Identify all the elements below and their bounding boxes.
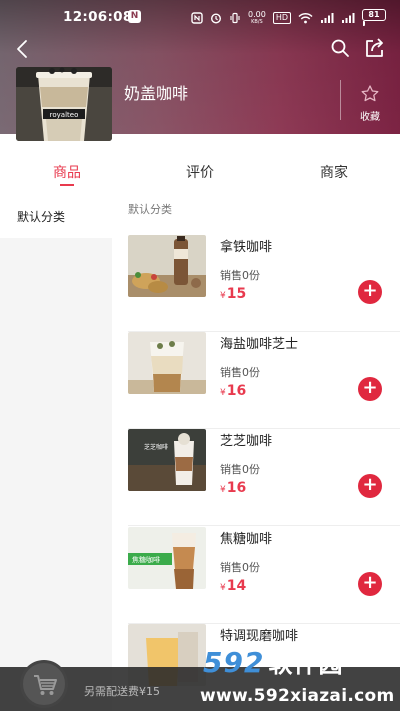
price-value: 15 — [226, 286, 247, 302]
signal-2-icon — [342, 12, 355, 23]
signal-icon — [321, 12, 334, 23]
share-icon[interactable] — [363, 37, 385, 59]
status-time: 12:06:08 — [63, 9, 133, 25]
price-currency: ¥ — [220, 291, 226, 301]
price-currency: ¥ — [220, 485, 226, 495]
battery-icon: 81 — [362, 9, 386, 26]
search-icon[interactable] — [330, 38, 350, 58]
price-currency: ¥ — [220, 583, 226, 593]
hd-badge: HD — [272, 11, 291, 24]
battery-level: 81 — [362, 9, 386, 21]
net-speed-unit: KB/S — [251, 18, 263, 25]
net-speed-value: 0.00 — [248, 9, 266, 19]
product-name: 芝芝咖啡 — [220, 434, 273, 449]
watermark: 592 软件园 www.592xiazai.com — [195, 640, 400, 711]
category-title: 默认分类 — [128, 203, 172, 216]
product-name: 焦糖咖啡 — [220, 532, 273, 547]
shop-logo-image: royalteo — [16, 67, 112, 141]
price-value: 14 — [226, 578, 247, 594]
favorite-label: 收藏 — [360, 112, 380, 123]
cart-icon — [34, 675, 57, 695]
alarm-icon — [210, 12, 222, 24]
delivery-fee: 另需配送费¥15 — [84, 685, 160, 698]
product-price: ¥15 — [220, 283, 246, 302]
product-price: ¥14 — [220, 575, 246, 594]
status-bar: 12:06:08 N 0.00 KB/S HD 81 — [0, 0, 400, 34]
shop-logo: royalteo — [16, 67, 112, 141]
product-image: 焦糖咖啡 — [128, 527, 206, 589]
product-image — [128, 235, 206, 297]
product-item[interactable]: 芝芝咖啡 芝芝咖啡 销售0份 ¥16 + — [112, 429, 400, 526]
product-image-label: 芝芝咖啡 — [144, 443, 168, 451]
tab-products[interactable]: 商品 — [37, 162, 97, 182]
product-item[interactable]: 海盐咖啡芝士 销售0份 ¥16 + — [112, 332, 400, 429]
sidebar-item-default[interactable]: 默认分类 — [0, 188, 112, 238]
tab-reviews[interactable]: 评价 — [170, 162, 230, 182]
watermark-logo: 592 软件园 — [203, 644, 343, 679]
product-item[interactable]: 焦糖咖啡 焦糖咖啡 销售0份 ¥14 + — [112, 527, 400, 624]
add-to-cart-button[interactable]: + — [358, 280, 382, 304]
divider — [128, 525, 400, 526]
tab-bar: 商品 评价 商家 — [0, 150, 400, 188]
vibrate-icon — [230, 12, 240, 23]
product-image: 芝芝咖啡 — [128, 429, 206, 491]
product-price: ¥16 — [220, 380, 246, 399]
star-icon — [361, 85, 379, 102]
net-speed: 0.00 KB/S — [248, 9, 266, 25]
sidebar-item-label: 默认分类 — [17, 210, 66, 224]
product-item[interactable]: 拿铁咖啡 销售0份 ¥15 + — [112, 235, 400, 332]
watermark-url: www.592xiazai.com — [200, 686, 395, 706]
nfc-icon — [191, 11, 203, 24]
add-to-cart-button[interactable]: + — [358, 377, 382, 401]
watermark-brand: 软件园 — [268, 650, 344, 678]
product-sales: 销售0份 — [220, 561, 260, 574]
watermark-number: 592 — [203, 646, 265, 679]
price-value: 16 — [226, 480, 247, 496]
shop-name: 奶盖咖啡 — [124, 84, 189, 103]
add-to-cart-button[interactable]: + — [358, 572, 382, 596]
product-image-label: 焦糖咖啡 — [132, 555, 160, 564]
favorite-button[interactable]: 收藏 — [352, 84, 388, 124]
product-sales: 销售0份 — [220, 269, 260, 282]
wifi-icon — [298, 12, 313, 23]
tab-merchant[interactable]: 商家 — [304, 162, 364, 182]
category-sidebar: 默认分类 — [0, 188, 112, 711]
shop-page: 12:06:08 N 0.00 KB/S HD 81 royalteo 奶盖咖啡… — [0, 0, 400, 711]
price-currency: ¥ — [220, 388, 226, 398]
product-image — [128, 332, 206, 394]
product-sales: 销售0份 — [220, 463, 260, 476]
back-arrow-icon[interactable] — [12, 38, 34, 60]
shop-logo-text: royalteo — [50, 111, 79, 119]
notification-icon: N — [128, 10, 141, 23]
product-name: 拿铁咖啡 — [220, 240, 273, 255]
add-to-cart-button[interactable]: + — [358, 474, 382, 498]
cart-button[interactable] — [20, 660, 68, 708]
header-divider — [340, 80, 341, 120]
active-tab-indicator — [60, 184, 74, 186]
product-price: ¥16 — [220, 477, 246, 496]
status-icons: 0.00 KB/S HD 81 — [191, 9, 386, 26]
product-name: 海盐咖啡芝士 — [220, 337, 299, 352]
product-sales: 销售0份 — [220, 366, 260, 379]
price-value: 16 — [226, 383, 247, 399]
